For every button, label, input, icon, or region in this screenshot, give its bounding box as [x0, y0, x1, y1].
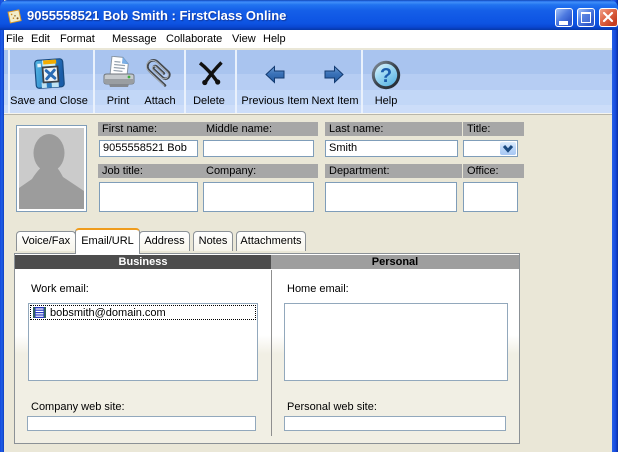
svg-text:?: ? — [380, 65, 392, 87]
